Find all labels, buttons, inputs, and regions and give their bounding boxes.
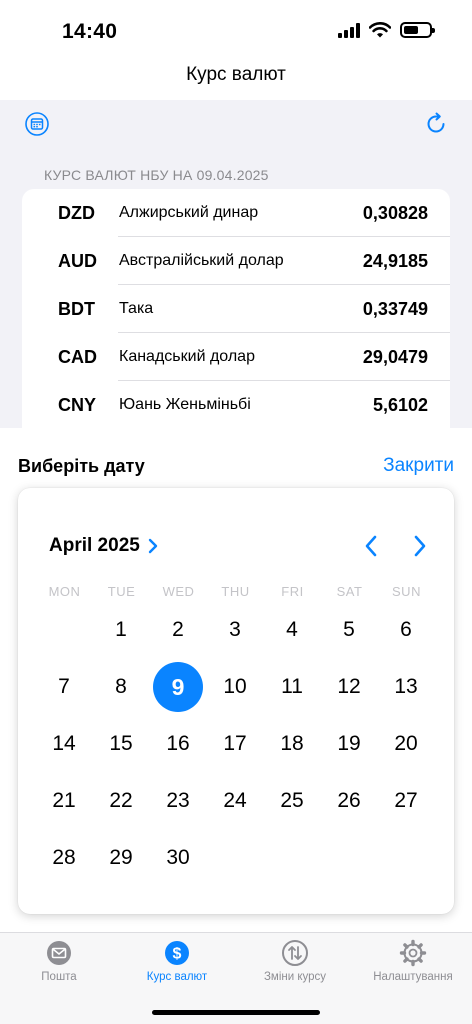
calendar-day[interactable]: 2	[153, 605, 203, 655]
status-time: 14:40	[62, 20, 118, 43]
weekday-label: THU	[221, 584, 250, 599]
rate-row[interactable]: DZD Алжирський динар 0,30828	[22, 189, 450, 237]
rate-row[interactable]: AUD Австралійський долар 24,9185	[22, 237, 450, 285]
calendar-day[interactable]: 16	[153, 719, 203, 769]
rates-section-header: КУРС ВАЛЮТ НБУ НА 09.04.2025	[44, 167, 269, 183]
tab-label: Курс валют	[146, 971, 208, 983]
month-year-selector[interactable]: April 2025	[49, 535, 158, 557]
calendar-day[interactable]: 8	[96, 662, 146, 712]
calendar-day[interactable]: 25	[267, 776, 317, 826]
currency-code: BDT	[58, 299, 95, 319]
calendar-day[interactable]: 26	[324, 776, 374, 826]
status-bar: 14:40	[0, 0, 472, 60]
currency-name: Австралійський долар	[119, 252, 284, 269]
calendar-day[interactable]: 1	[96, 605, 146, 655]
currency-code: CNY	[58, 395, 97, 415]
arrows-updown-icon	[281, 939, 309, 967]
nav-title: Курс валют	[186, 64, 286, 85]
month-label: April 2025	[49, 535, 140, 556]
weekday-label: MON	[48, 584, 81, 599]
currency-rate: 0,30828	[362, 203, 428, 223]
rates-screen: КУРС ВАЛЮТ НБУ НА 09.04.2025 DZD Алжирсь…	[0, 100, 472, 430]
currency-name: Така	[119, 300, 154, 317]
tab-label: Налаштування	[373, 971, 453, 983]
weekday-label: SUN	[392, 584, 421, 599]
rates-list: DZD Алжирський динар 0,30828 AUD Австрал…	[22, 189, 450, 430]
calendar-icon[interactable]	[23, 110, 51, 138]
battery-icon	[400, 22, 435, 38]
tab-exchange-rates[interactable]: $ Курс валют	[118, 939, 236, 983]
svg-text:$: $	[173, 946, 182, 963]
calendar-day[interactable]: 27	[381, 776, 431, 826]
chevron-right-icon	[414, 535, 426, 557]
calendar-day[interactable]: 12	[324, 662, 374, 712]
wifi-icon	[369, 22, 391, 38]
calendar-day[interactable]: 3	[210, 605, 260, 655]
selected-day[interactable]: 9	[153, 662, 203, 712]
currency-code: CAD	[58, 347, 97, 367]
currency-name: Алжирський динар	[119, 204, 259, 221]
cellular-signal-icon	[338, 22, 360, 38]
weekday-label: FRI	[281, 584, 304, 599]
calendar-day[interactable]: 15	[96, 719, 146, 769]
calendar-day[interactable]: 28	[39, 833, 89, 883]
weekday-label: TUE	[107, 584, 136, 599]
calendar-day[interactable]: 20	[381, 719, 431, 769]
rate-row[interactable]: CAD Канадський долар 29,0479	[22, 333, 450, 381]
mail-icon	[45, 939, 73, 967]
currency-rate: 29,0479	[362, 347, 428, 367]
date-picker-sheet: Виберіть дату Закрити April 2025 MON TUE W…	[0, 428, 472, 932]
calendar-day[interactable]: 30	[153, 833, 203, 883]
calendar-day[interactable]: 13	[381, 662, 431, 712]
rate-row[interactable]: BDT Така 0,33749	[22, 285, 450, 333]
tab-label: Пошта	[41, 971, 77, 983]
gear-icon	[399, 939, 427, 967]
weekday-label: WED	[162, 584, 195, 599]
calendar-day[interactable]: 10	[210, 662, 260, 712]
tab-mail[interactable]: Пошта	[0, 939, 118, 983]
calendar-day[interactable]: 17	[210, 719, 260, 769]
calendar: April 2025 MON TUE WED THU FRI SAT SUN 1 2 3 4 5 6 7 8…	[18, 488, 454, 914]
currency-rate: 24,9185	[362, 251, 428, 271]
currency-rate: 5,6102	[372, 395, 428, 415]
calendar-day[interactable]: 14	[39, 719, 89, 769]
calendar-day[interactable]: 29	[96, 833, 146, 883]
home-indicator	[152, 1010, 320, 1015]
calendar-day[interactable]: 23	[153, 776, 203, 826]
calendar-day[interactable]: 7	[39, 662, 89, 712]
previous-month-button[interactable]	[359, 534, 383, 558]
tab-bar: Пошта $ Курс валют Зміни курсу Налаштува…	[0, 932, 472, 1024]
calendar-day[interactable]: 21	[39, 776, 89, 826]
currency-code: DZD	[58, 203, 95, 223]
dollar-icon: $	[163, 939, 191, 967]
tab-settings[interactable]: Налаштування	[354, 939, 472, 983]
tab-label: Зміни курсу	[263, 971, 327, 983]
weekday-label: SAT	[336, 584, 363, 599]
currency-name: Юань Женьміньбі	[119, 396, 251, 413]
currency-name: Канадський долар	[119, 348, 255, 365]
tab-rate-changes[interactable]: Зміни курсу	[236, 939, 354, 983]
refresh-icon[interactable]	[422, 110, 450, 138]
chevron-left-icon	[365, 535, 377, 557]
next-month-button[interactable]	[408, 534, 432, 558]
calendar-day[interactable]: 24	[210, 776, 260, 826]
chevron-right-icon	[148, 538, 158, 554]
calendar-day[interactable]: 22	[96, 776, 146, 826]
close-button[interactable]: Закрити	[383, 455, 454, 477]
rate-row[interactable]: CNY Юань Женьміньбі 5,6102	[22, 381, 450, 429]
calendar-day[interactable]: 11	[267, 662, 317, 712]
currency-rate: 0,33749	[362, 299, 428, 319]
calendar-day[interactable]: 5	[324, 605, 374, 655]
calendar-day[interactable]: 4	[267, 605, 317, 655]
sheet-title: Виберіть дату	[18, 456, 145, 476]
currency-code: AUD	[58, 251, 97, 271]
calendar-day[interactable]: 18	[267, 719, 317, 769]
calendar-day[interactable]: 19	[324, 719, 374, 769]
status-icons	[338, 22, 435, 38]
calendar-day[interactable]: 6	[381, 605, 431, 655]
